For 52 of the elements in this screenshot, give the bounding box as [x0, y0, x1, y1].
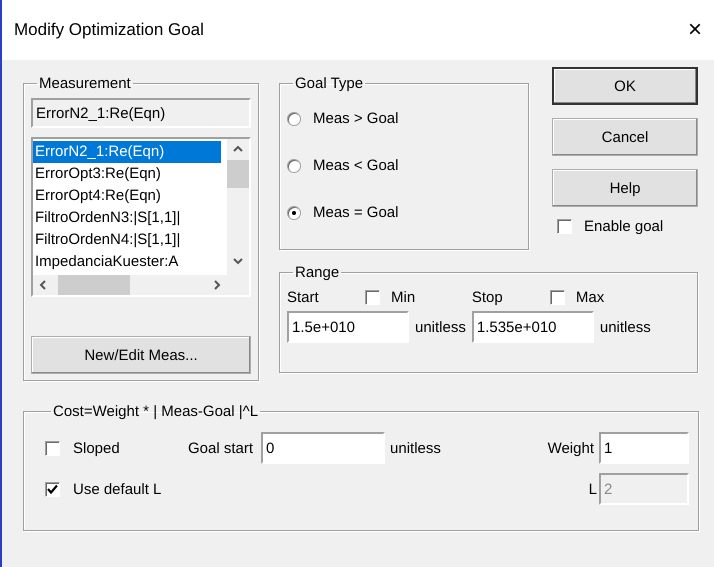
field-label: Weight: [548, 440, 594, 456]
list-item[interactable]: ErrorOpt3:Re(Eqn): [33, 163, 221, 185]
new-edit-meas-button[interactable]: New/Edit Meas...: [31, 336, 251, 374]
measurement-list[interactable]: ErrorN2_1:Re(Eqn) ErrorOpt3:Re(Eqn) ErrorOpt4:Re(Eqn) FiltroOrdenN3:|S[1,1]| FiltroOrdenN4:|S[1,1]| ImpedanciaKuester:A: [31, 137, 251, 297]
checkbox[interactable]: [365, 290, 380, 305]
weight-field[interactable]: 1: [599, 432, 689, 464]
dialog-button[interactable]: Cancel: [552, 118, 698, 156]
dialog-button[interactable]: OK: [552, 67, 698, 105]
scroll-thumb[interactable]: [58, 275, 130, 295]
window-title: Modify Optimization Goal: [14, 20, 204, 40]
field-label: L: [588, 480, 597, 498]
unit-label: unitless: [415, 318, 466, 336]
field-label: Goal start: [188, 440, 254, 456]
scroll-right-icon[interactable]: [214, 280, 221, 290]
range-input-field[interactable]: 1.5e+010: [287, 311, 409, 343]
list-item[interactable]: ErrorN2_1:Re(Eqn): [33, 141, 221, 163]
unit-label: unitless: [600, 318, 651, 336]
list-item[interactable]: FiltroOrdenN3:|S[1,1]|: [33, 207, 221, 229]
radio-label: Meas > Goal: [313, 110, 398, 127]
group-title: Measurement: [38, 75, 132, 92]
list-item[interactable]: FiltroOrdenN4:|S[1,1]|: [33, 229, 221, 251]
checkbox[interactable]: [557, 219, 572, 234]
checkbox-label: Use default L: [73, 480, 162, 498]
scroll-thumb[interactable]: [227, 160, 249, 188]
checkbox[interactable]: [550, 290, 565, 305]
range-label: Start: [287, 289, 320, 306]
radio-label: Meas < Goal: [313, 157, 398, 174]
checkbox[interactable]: [45, 482, 60, 496]
checkbox-label: Max: [576, 289, 604, 306]
goal-start-field[interactable]: 0: [261, 432, 386, 464]
checkbox-label: Enable goal: [584, 218, 664, 235]
checkbox-label: Min: [391, 289, 416, 306]
dialog-button[interactable]: Help: [552, 169, 698, 207]
scroll-left-icon[interactable]: [39, 280, 46, 290]
radio-button[interactable]: [287, 112, 301, 126]
range-label: Stop: [472, 289, 504, 306]
checkbox-label: Sloped: [73, 440, 121, 456]
range-input-field[interactable]: 1.535e+010: [472, 311, 594, 343]
list-item[interactable]: ImpedanciaKuester:A: [33, 251, 221, 273]
group-title: Goal Type: [294, 75, 364, 92]
radio-label: Meas = Goal: [313, 204, 398, 221]
measurement-field: ErrorN2_1:Re(Eqn): [31, 98, 251, 128]
close-button[interactable]: ×: [684, 16, 706, 44]
group-title: Range: [294, 264, 340, 281]
radio-button[interactable]: [287, 158, 301, 172]
checkbox[interactable]: [45, 440, 60, 456]
unit-label: unitless: [390, 440, 441, 456]
scroll-down-icon[interactable]: [233, 258, 243, 265]
list-item[interactable]: ErrorOpt4:Re(Eqn): [33, 185, 221, 207]
radio-button[interactable]: [287, 206, 301, 220]
group-title: Cost=Weight * | Meas-Goal |^L: [52, 403, 260, 420]
scroll-up-icon[interactable]: [233, 145, 243, 152]
